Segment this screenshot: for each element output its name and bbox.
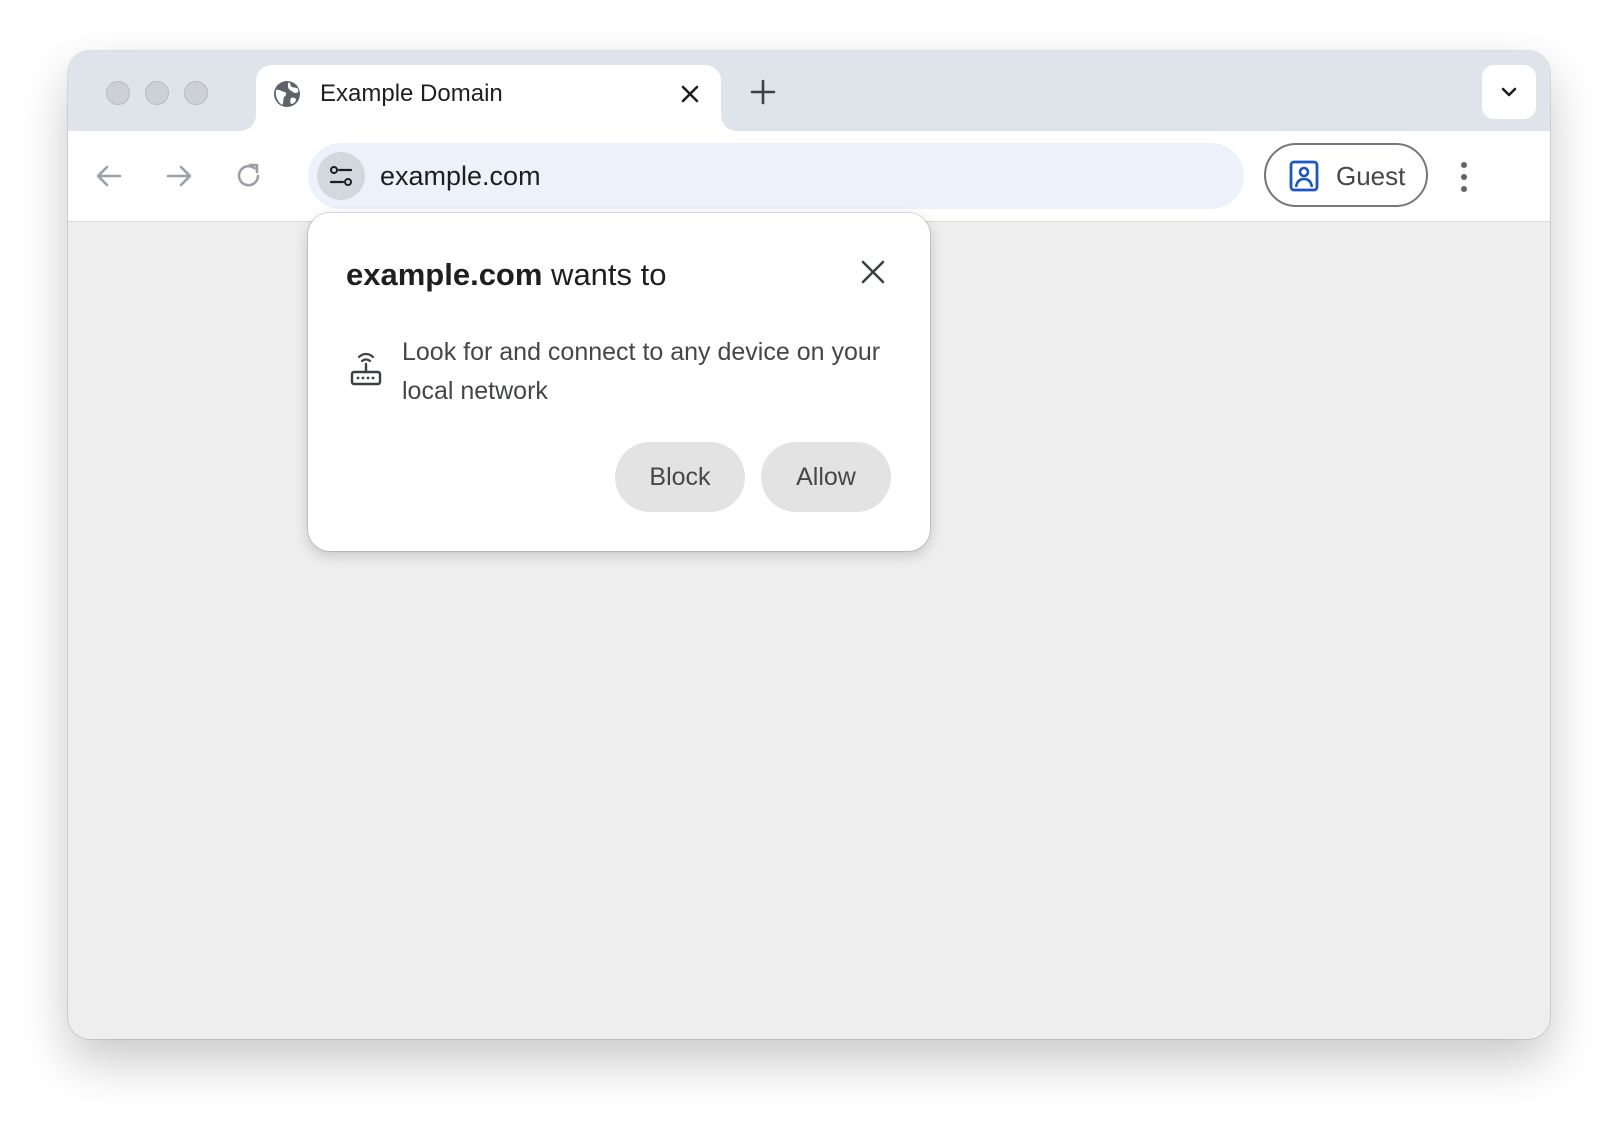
prompt-title: example.com wants to (346, 255, 667, 295)
tune-icon (329, 166, 353, 186)
close-icon[interactable] (856, 255, 890, 289)
tab-title: Example Domain (320, 80, 503, 107)
router-icon (348, 349, 384, 389)
more-vert-icon[interactable] (1448, 157, 1480, 197)
tab-search-button[interactable] (1482, 65, 1536, 119)
arrow-right-icon (166, 165, 192, 187)
prompt-title-suffix: wants to (542, 257, 667, 292)
back-button[interactable] (92, 159, 126, 193)
window-minimize-control[interactable] (145, 81, 169, 105)
reload-icon (237, 163, 260, 187)
arrow-left-icon (96, 165, 122, 187)
tab-strip: Example Domain (68, 51, 1550, 131)
allow-button[interactable]: Allow (761, 442, 891, 512)
toolbar: example.com Guest (68, 131, 1550, 222)
permission-prompt: example.com wants to Look for and connec… (308, 213, 930, 551)
forward-button[interactable] (162, 159, 196, 193)
block-button[interactable]: Block (615, 442, 745, 512)
tab-example-domain[interactable]: Example Domain (256, 65, 721, 131)
permission-description: Look for and connect to any device on yo… (402, 338, 881, 405)
browser-window: Example Domain example.com Guest example… (68, 51, 1550, 1039)
globe-icon (272, 79, 302, 109)
profile-label: Guest (1336, 161, 1406, 191)
window-zoom-control[interactable] (184, 81, 208, 105)
prompt-origin: example.com (346, 257, 543, 292)
plus-icon[interactable] (748, 77, 778, 107)
chevron-down-icon (1501, 87, 1517, 97)
url-text[interactable]: example.com (380, 159, 541, 193)
close-icon[interactable] (677, 81, 703, 107)
profile-button[interactable]: Guest (1264, 143, 1428, 207)
site-info-button[interactable] (317, 152, 365, 200)
address-bar[interactable]: example.com (308, 143, 1244, 209)
window-close-control[interactable] (106, 81, 130, 105)
reload-button[interactable] (232, 159, 266, 193)
guest-profile-icon (1288, 160, 1320, 197)
